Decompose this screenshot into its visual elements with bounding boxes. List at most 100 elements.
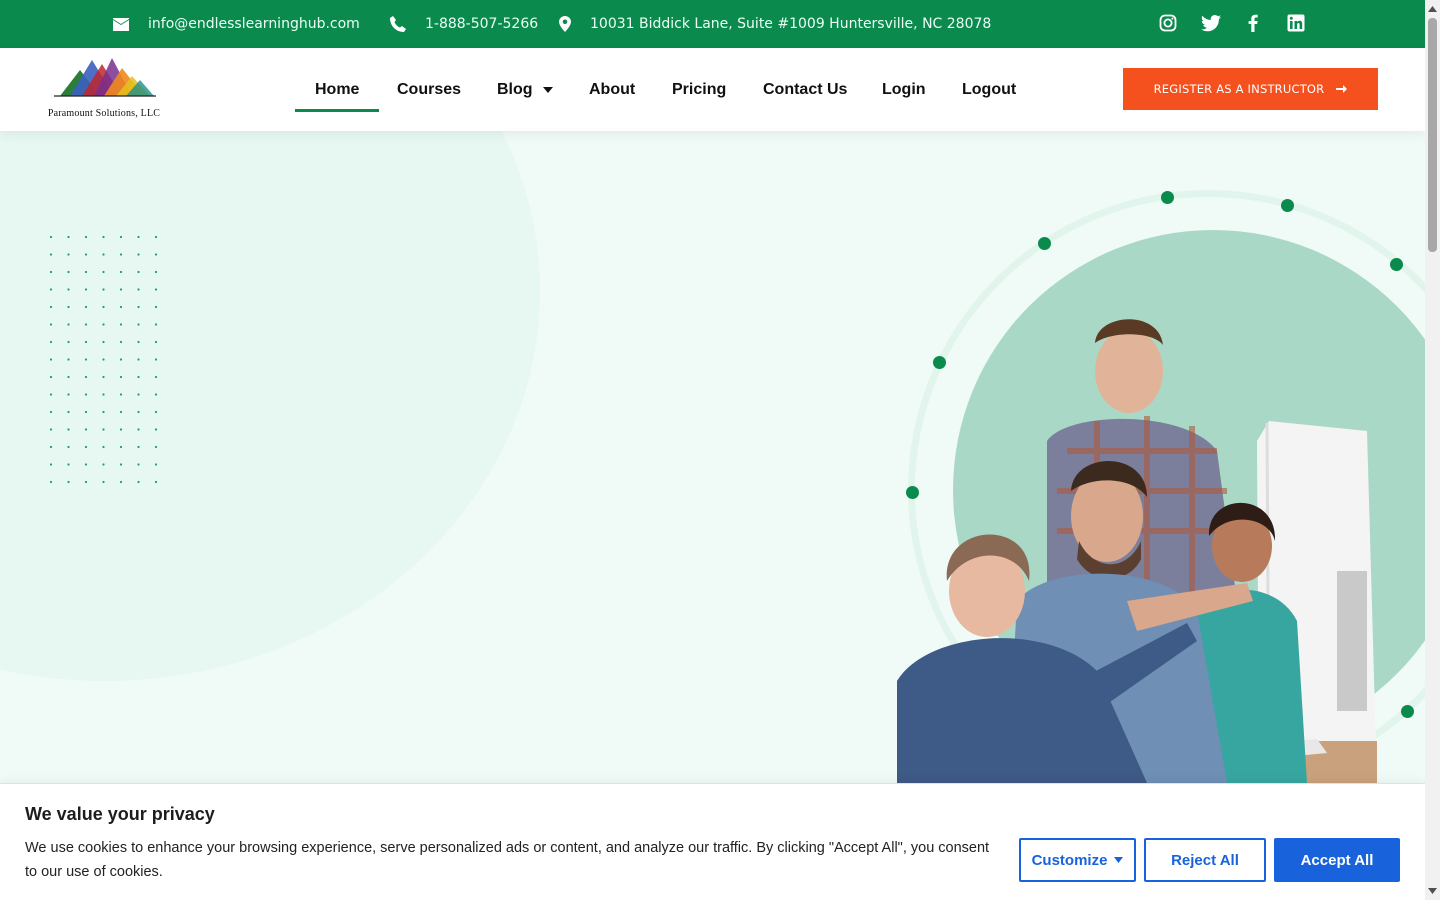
grid-dot <box>49 305 53 309</box>
email-link[interactable]: info@endlesslearninghub.com <box>113 0 360 48</box>
grid-dot <box>84 480 88 484</box>
grid-dot <box>119 480 123 484</box>
grid-dot <box>84 358 88 361</box>
nav-pricing[interactable]: Pricing <box>672 48 726 131</box>
team-at-computer-image <box>897 319 1377 783</box>
grid-dot <box>49 270 53 274</box>
address-link[interactable]: 10031 Biddick Lane, Suite #1009 Huntersv… <box>559 0 991 48</box>
grid-dot <box>154 445 158 449</box>
nav-login[interactable]: Login <box>882 48 926 131</box>
grid-dot <box>119 340 123 344</box>
grid-dot <box>119 305 123 309</box>
grid-dot <box>102 270 105 274</box>
grid-dot <box>84 410 88 414</box>
grid-dot <box>119 375 123 379</box>
twitter-icon[interactable] <box>1200 12 1222 34</box>
grid-dot <box>102 358 105 361</box>
grid-dot <box>67 235 70 239</box>
grid-dot <box>154 305 158 309</box>
grid-dot <box>84 253 88 256</box>
grid-dot <box>49 393 53 396</box>
grid-dot <box>137 340 140 344</box>
grid-dot <box>67 393 70 396</box>
grid-dot <box>84 463 88 466</box>
mountain-logo-icon <box>54 58 156 97</box>
customize-button[interactable]: Customize <box>1019 838 1136 882</box>
nav-about[interactable]: About <box>589 48 635 131</box>
grid-dot <box>67 288 70 291</box>
grid-dot <box>49 288 53 291</box>
grid-dot <box>154 253 158 256</box>
grid-dot <box>137 235 140 239</box>
logo[interactable]: Paramount Solutions, LLC <box>42 54 166 119</box>
grid-dot <box>102 445 105 449</box>
grid-dot <box>49 323 53 326</box>
grid-dot <box>102 375 105 379</box>
grid-dot <box>49 358 53 361</box>
grid-dot <box>102 393 105 396</box>
register-instructor-button[interactable]: REGISTER AS A INSTRUCTOR <box>1123 68 1378 110</box>
grid-dot <box>154 340 158 344</box>
ring-dot <box>1390 258 1403 271</box>
grid-dot <box>102 253 105 256</box>
grid-dot <box>137 445 140 449</box>
grid-dot <box>154 428 158 431</box>
nav-home[interactable]: Home <box>294 48 381 131</box>
grid-dot <box>154 480 158 484</box>
customize-label: Customize <box>1031 851 1108 869</box>
scroll-down-arrow-icon[interactable] <box>1428 886 1437 896</box>
map-pin-icon <box>559 16 571 32</box>
grid-dot <box>67 375 70 379</box>
main-header: Paramount Solutions, LLC Home Courses Bl… <box>0 48 1425 131</box>
nav-logout[interactable]: Logout <box>962 48 1016 131</box>
page-scrollbar[interactable] <box>1425 0 1440 900</box>
grid-dot <box>119 235 123 239</box>
linkedin-icon[interactable] <box>1285 12 1307 34</box>
instagram-icon[interactable] <box>1157 12 1179 34</box>
accept-all-button[interactable]: Accept All <box>1274 838 1400 882</box>
grid-dot <box>102 305 105 309</box>
grid-dot <box>154 375 158 379</box>
caret-down-icon <box>1114 857 1124 863</box>
grid-dot <box>84 323 88 326</box>
grid-dot <box>49 340 53 344</box>
grid-dot <box>119 393 123 396</box>
grid-dot <box>84 428 88 431</box>
grid-dot <box>137 270 140 274</box>
grid-dot <box>154 410 158 414</box>
grid-dot <box>84 288 88 291</box>
arrow-right-icon <box>1336 85 1348 93</box>
grid-dot <box>119 323 123 326</box>
nav-contact[interactable]: Contact Us <box>763 48 847 131</box>
grid-dot <box>67 445 70 449</box>
phone-link[interactable]: 1-888-507-5266 <box>390 0 538 48</box>
grid-dot <box>67 463 70 466</box>
ring-dot <box>1401 705 1414 718</box>
scroll-up-arrow-icon[interactable] <box>1428 4 1437 14</box>
grid-dot <box>137 463 140 466</box>
grid-dot <box>119 410 123 414</box>
grid-dot <box>154 288 158 291</box>
grid-dot <box>102 340 105 344</box>
address-text: 10031 Biddick Lane, Suite #1009 Huntersv… <box>590 16 992 32</box>
facebook-icon[interactable] <box>1242 12 1264 34</box>
grid-dot <box>154 393 158 396</box>
cookie-consent-banner: We value your privacy We use cookies to … <box>0 783 1425 900</box>
nav-blog-label: Blog <box>497 80 533 98</box>
grid-dot <box>137 375 140 379</box>
top-contact-bar: info@endlesslearninghub.com 1-888-507-52… <box>0 0 1425 48</box>
grid-dot <box>137 288 140 291</box>
nav-blog[interactable]: Blog <box>497 48 553 131</box>
grid-dot <box>67 323 70 326</box>
grid-dot <box>102 463 105 466</box>
grid-dot <box>154 235 158 239</box>
grid-dot <box>137 393 140 396</box>
grid-dot <box>102 288 105 291</box>
grid-dot <box>49 428 53 431</box>
grid-dot <box>84 393 88 396</box>
reject-all-button[interactable]: Reject All <box>1144 838 1266 882</box>
grid-dot <box>137 410 140 414</box>
nav-courses[interactable]: Courses <box>397 48 461 131</box>
scrollbar-thumb[interactable] <box>1428 18 1437 252</box>
grid-dot <box>49 410 53 414</box>
